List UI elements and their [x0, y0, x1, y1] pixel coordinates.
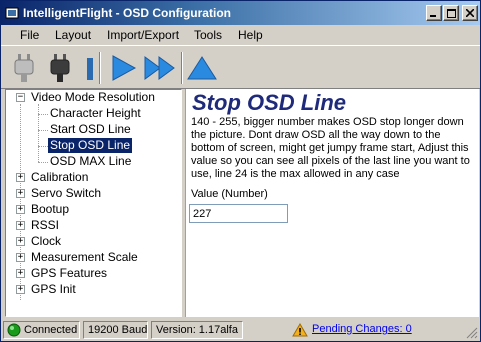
warning-icon [292, 323, 308, 337]
menu-layout[interactable]: Layout [55, 28, 91, 42]
minimize-icon [430, 15, 436, 17]
tree-node-label[interactable]: Start OSD Line [48, 122, 133, 137]
status-led-icon [7, 323, 21, 337]
tree-node-label[interactable]: Character Height [48, 106, 143, 121]
expand-icon[interactable]: + [16, 269, 25, 278]
setting-description: 140 - 255, bigger number makes OSD stop … [191, 116, 470, 180]
expand-icon[interactable]: + [16, 237, 25, 246]
menu-import-export[interactable]: Import/Export [107, 28, 179, 42]
tree-node-gps-features[interactable]: + GPS Features [6, 266, 181, 282]
expand-icon[interactable]: + [16, 253, 25, 262]
tree-node-osd-max-line[interactable]: OSD MAX Line [6, 154, 181, 170]
menu-file[interactable]: File [20, 28, 39, 42]
baud-status: 19200 Baud [83, 321, 148, 339]
tree-node-character-height[interactable]: Character Height [6, 106, 181, 122]
title-bar: IntelligentFlight - OSD Configuration [1, 1, 480, 25]
tree-node-label[interactable]: GPS Init [29, 282, 78, 297]
menu-tools[interactable]: Tools [194, 28, 222, 42]
tree-node-label-selected[interactable]: Stop OSD Line [46, 137, 134, 154]
tree-node-gps-init[interactable]: + GPS Init [6, 282, 181, 298]
maximize-icon [446, 8, 456, 18]
expand-icon[interactable]: + [16, 205, 25, 214]
tree-node-label[interactable]: Video Mode Resolution [29, 90, 157, 105]
tree-node-label[interactable]: OSD MAX Line [48, 154, 133, 169]
fast-forward-icon[interactable] [143, 50, 177, 86]
toolbar [1, 45, 480, 89]
toolbar-separator [181, 52, 183, 84]
maximize-button[interactable] [443, 5, 459, 21]
version-status: Version: 1.17alfa [151, 321, 243, 339]
disconnect-plug-icon[interactable] [9, 50, 43, 86]
status-bar: Connected 19200 Baud Version: 1.17alfa P… [1, 319, 480, 341]
upload-triangle-icon[interactable] [185, 50, 219, 86]
expand-icon[interactable]: + [16, 189, 25, 198]
close-button[interactable] [462, 5, 478, 21]
tree-node-label[interactable]: Calibration [29, 170, 90, 185]
expand-icon[interactable]: + [16, 221, 25, 230]
menu-bar: File Layout Import/Export Tools Help [1, 25, 480, 45]
tree-node-stop-osd-line[interactable]: Stop OSD Line [6, 137, 181, 154]
setting-title: Stop OSD Line [192, 90, 346, 115]
connection-status: Connected [3, 321, 80, 339]
window-title: IntelligentFlight - OSD Configuration [23, 6, 231, 20]
detail-pane: Stop OSD Line 140 - 255, bigger number m… [185, 89, 479, 317]
settings-tree: − Video Mode Resolution Character Height… [5, 89, 182, 317]
tree-node-measurement-scale[interactable]: + Measurement Scale [6, 250, 181, 266]
version-text: Version: 1.17alfa [156, 324, 238, 336]
play-icon[interactable] [107, 50, 141, 86]
tree-node-label[interactable]: Measurement Scale [29, 250, 140, 265]
tree-node-clock[interactable]: + Clock [6, 234, 181, 250]
tree-node-calibration[interactable]: + Calibration [6, 170, 181, 186]
tree-node-label[interactable]: Clock [29, 234, 63, 249]
app-window: IntelligentFlight - OSD Configuration Fi… [0, 0, 481, 342]
baud-text: 19200 Baud [88, 324, 148, 336]
resize-grip-icon[interactable] [466, 327, 478, 339]
app-icon [5, 7, 19, 19]
tree-node-video-mode-resolution[interactable]: − Video Mode Resolution [6, 90, 181, 106]
expand-icon[interactable]: + [16, 173, 25, 182]
menu-help[interactable]: Help [238, 28, 263, 42]
tree-node-bootup[interactable]: + Bootup [6, 202, 181, 218]
tree-node-start-osd-line[interactable]: Start OSD Line [6, 122, 181, 138]
toolbar-separator [99, 52, 101, 84]
minimize-button[interactable] [426, 5, 442, 21]
connect-plug-icon[interactable] [45, 50, 79, 86]
expand-icon[interactable]: + [16, 285, 25, 294]
tree-node-label[interactable]: Bootup [29, 202, 71, 217]
tree-node-rssi[interactable]: + RSSI [6, 218, 181, 234]
partial-blue-icon [87, 58, 93, 80]
tree-node-label[interactable]: RSSI [29, 218, 61, 233]
connection-text: Connected [24, 324, 78, 336]
collapse-icon[interactable]: − [16, 93, 25, 102]
tree-node-label[interactable]: GPS Features [29, 266, 109, 281]
value-field-label: Value (Number) [191, 188, 268, 200]
pending-changes-link[interactable]: Pending Changes: 0 [312, 323, 412, 335]
value-input[interactable] [189, 204, 288, 223]
tree-node-servo-switch[interactable]: + Servo Switch [6, 186, 181, 202]
tree-node-label[interactable]: Servo Switch [29, 186, 103, 201]
close-icon [466, 9, 474, 17]
